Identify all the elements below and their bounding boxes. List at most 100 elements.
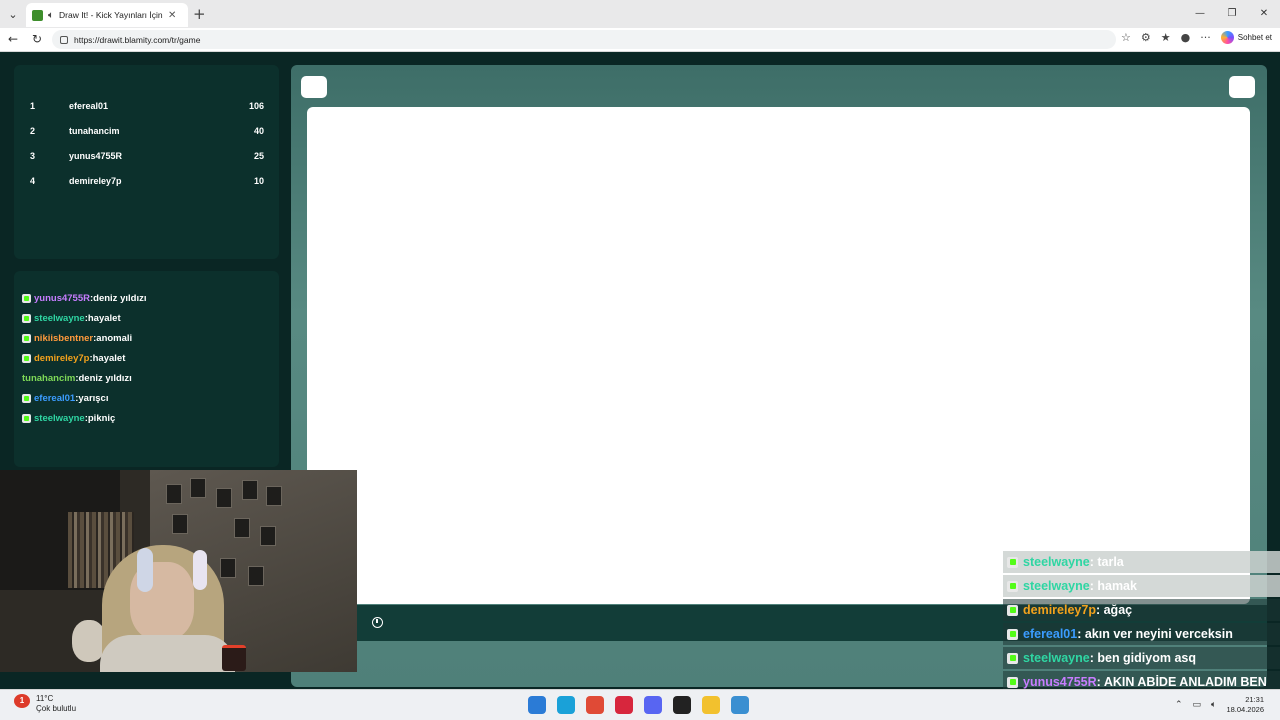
chat-username: nikiisbentner xyxy=(34,333,94,344)
kick-badge-icon xyxy=(1007,604,1018,616)
settings-app-icon[interactable] xyxy=(731,696,749,714)
windows-start-icon[interactable] xyxy=(528,696,546,714)
chat-username: steelwayne xyxy=(34,313,85,324)
site-info-icon[interactable] xyxy=(60,35,68,44)
webcam-person-body xyxy=(100,635,235,672)
obs-icon[interactable] xyxy=(673,696,691,714)
kick-badge-icon xyxy=(22,314,31,323)
rank: 3 xyxy=(30,151,36,161)
favorite-star-icon[interactable]: ☆ xyxy=(1121,31,1131,44)
overlay-username: steelwayne xyxy=(1023,579,1090,593)
reload-icon[interactable]: ↻ xyxy=(32,32,42,46)
overlay-username: yunus4755R xyxy=(1023,675,1097,689)
kick-badge-icon xyxy=(22,414,31,423)
kick-badge-icon xyxy=(22,394,31,403)
url-field[interactable]: https://drawit.blamity.com/tr/game xyxy=(52,30,1116,49)
kick-badge-icon xyxy=(1007,652,1018,664)
browser-tab[interactable]: 🔈︎ Draw It! - Kick Yayınları İçin Ç ✕ xyxy=(26,3,188,27)
kick-badge-icon xyxy=(22,354,31,363)
chat-text: deniz yıldızı xyxy=(78,373,132,384)
browser-tab-bar: ⌄ 🔈︎ Draw It! - Kick Yayınları İçin Ç ✕ … xyxy=(0,0,1280,28)
file-explorer-icon[interactable] xyxy=(702,696,720,714)
clock-time: 21:31 xyxy=(1245,695,1264,704)
more-menu-icon[interactable]: ··· xyxy=(1200,31,1211,44)
tab-close-icon[interactable]: ✕ xyxy=(168,10,176,21)
discord-icon[interactable] xyxy=(644,696,662,714)
chat-message: steelwayne: hayalet xyxy=(22,313,121,324)
webcam-mug xyxy=(222,645,246,671)
player-score: 40 xyxy=(253,126,264,136)
overlay-username: steelwayne xyxy=(1023,651,1090,665)
kick-badge-icon xyxy=(22,334,31,343)
chat-text: hayalet xyxy=(87,313,121,324)
copilot-icon xyxy=(1220,31,1234,44)
new-tab-icon[interactable]: + xyxy=(193,5,206,23)
leaderboard-panel: 1 efereal01 106 2 tunahancim 40 3 yunus4… xyxy=(14,65,279,259)
audio-playing-icon[interactable]: 🔈︎ xyxy=(48,10,54,21)
player-score: 25 xyxy=(253,151,264,161)
chat-username: tunahancim xyxy=(22,373,76,384)
weather-temp: 11°C xyxy=(36,694,54,703)
left-action-button[interactable] xyxy=(301,76,327,98)
profile-icon[interactable]: ● xyxy=(1181,31,1191,44)
minimize-icon[interactable]: — xyxy=(1184,0,1216,28)
overlay-chat-message: demireley7p : ağaç xyxy=(1003,599,1280,621)
overlay-username: efereal01 xyxy=(1023,627,1078,641)
kick-badge-icon xyxy=(1007,580,1018,592)
chat-username: demireley7p xyxy=(34,353,90,364)
leaderboard-row: 2 tunahancim 40 xyxy=(30,126,264,142)
overlay-username: demireley7p xyxy=(1023,603,1096,617)
weather-widget[interactable]: 1 11°C Çok bulutlu xyxy=(14,694,76,714)
chat-text: hayalet xyxy=(92,353,126,364)
rank: 2 xyxy=(30,126,36,136)
chat-username: efereal01 xyxy=(34,393,76,404)
url-text: https://drawit.blamity.com/tr/game xyxy=(74,34,201,45)
chat-text: deniz yıldızı xyxy=(93,293,147,304)
chat-message: yunus4755R: deniz yıldızı xyxy=(22,293,146,304)
leaderboard-row: 3 yunus4755R 25 xyxy=(30,151,264,167)
back-arrow-icon[interactable]: ← xyxy=(8,32,18,46)
system-tray: ⌃ ▭ 🔈︎ 21:31 18.04.2026 xyxy=(1175,695,1264,715)
favorites-icon[interactable]: ★ xyxy=(1161,31,1171,44)
player-name: tunahancim xyxy=(69,126,120,136)
tab-actions-chevron-icon[interactable]: ⌄ xyxy=(0,0,26,28)
kick-badge-icon xyxy=(1007,628,1018,640)
leaderboard-row: 1 efereal01 106 xyxy=(30,101,264,117)
overlay-username: steelwayne xyxy=(1023,555,1090,569)
overlay-message-text: : tarla xyxy=(1089,555,1124,569)
copilot-label: Sohbet et xyxy=(1237,33,1272,42)
tab-title: Draw It! - Kick Yayınları İçin Ç xyxy=(59,10,163,20)
chat-message: efereal01: yarışcı xyxy=(22,393,109,404)
drawing-canvas[interactable] xyxy=(307,107,1250,604)
restore-icon[interactable]: ❐ xyxy=(1216,0,1248,28)
chat-username: yunus4755R xyxy=(34,293,90,304)
extensions-icon[interactable]: ⚙︎ xyxy=(1141,31,1151,44)
chat-text: yarışcı xyxy=(78,393,109,404)
window-controls: — ❐ ✕ xyxy=(1184,0,1280,28)
rank: 1 xyxy=(30,101,36,111)
headphone-left xyxy=(137,548,153,592)
weather-desc: Çok bulutlu xyxy=(36,704,77,713)
chat-message: tunahancim: deniz yıldızı xyxy=(22,373,132,384)
kick-badge-icon xyxy=(1007,676,1018,688)
right-action-button[interactable] xyxy=(1229,76,1255,98)
webcam-overlay xyxy=(0,470,357,672)
player-name: yunus4755R xyxy=(69,151,123,161)
app-red-icon[interactable] xyxy=(615,696,633,714)
edge-icon[interactable] xyxy=(557,696,575,714)
copilot-button[interactable]: Sohbet et xyxy=(1220,31,1272,44)
clock[interactable]: 21:31 18.04.2026 xyxy=(1226,695,1264,715)
chrome-icon[interactable] xyxy=(586,696,604,714)
overlay-message-text: : ağaç xyxy=(1095,603,1133,617)
network-icon[interactable]: ▭ xyxy=(1193,700,1202,710)
volume-icon[interactable]: 🔈︎ xyxy=(1211,700,1216,710)
overlay-message-text: : AKIN ABİDE ANLADIM BEN xyxy=(1096,675,1267,689)
window-close-icon[interactable]: ✕ xyxy=(1248,0,1280,28)
tray-overflow-icon[interactable]: ⌃ xyxy=(1175,700,1183,710)
toolbar-right: ☆ ⚙︎ ★ ● ··· Sohbet et xyxy=(1121,31,1272,44)
chat-message: demireley7p: hayalet xyxy=(22,353,125,364)
overlay-message-text: : ben gidiyom asq xyxy=(1089,651,1196,665)
overlay-chat-message: efereal01 : akın ver neyini verceksin xyxy=(1003,623,1280,645)
overlay-chat-message: steelwayne : hamak xyxy=(1003,575,1280,597)
overlay-message-text: : hamak xyxy=(1089,579,1137,593)
